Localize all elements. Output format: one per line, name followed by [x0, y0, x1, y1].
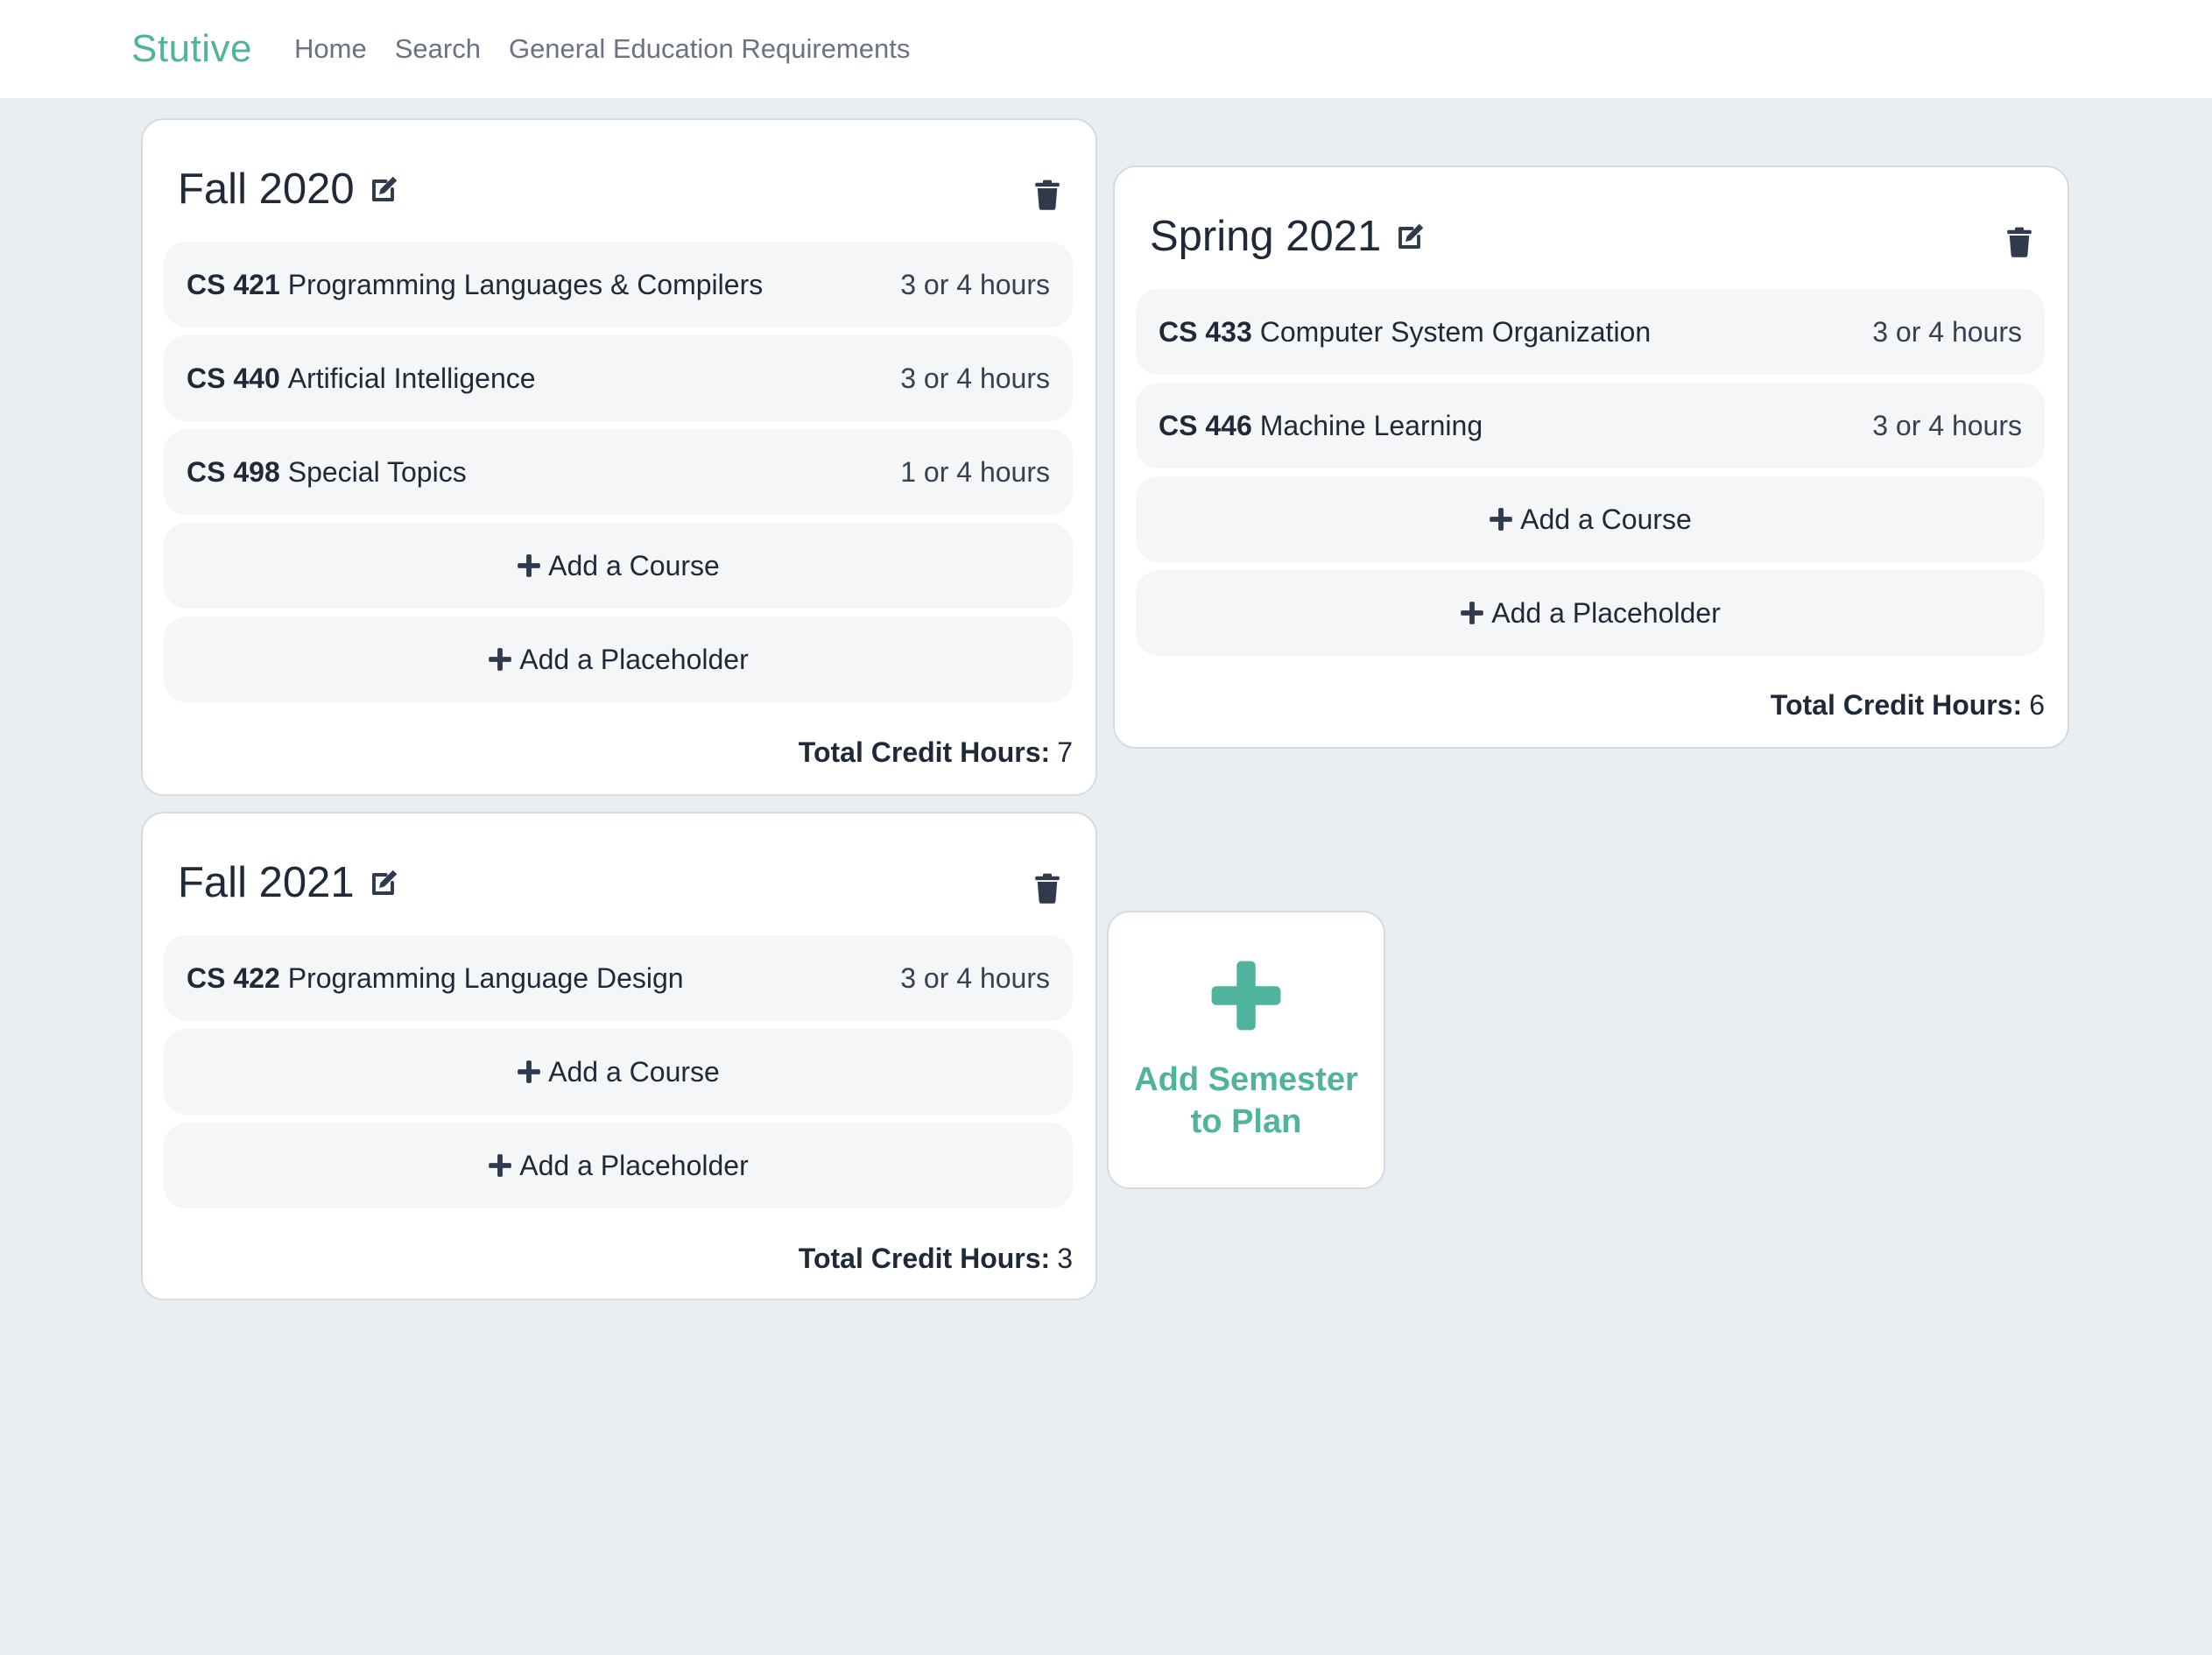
course-code: CS 440	[187, 362, 280, 394]
course-hours: 3 or 4 hours	[900, 362, 1050, 394]
semester-title: Fall 2020	[178, 166, 355, 213]
course-name: Artificial Intelligence	[287, 362, 536, 394]
course-name: Machine Learning	[1259, 409, 1483, 441]
add-course-label: Add a Course	[548, 549, 720, 581]
add-course-label: Add a Course	[548, 1055, 720, 1088]
semester-title: Spring 2021	[1150, 213, 1382, 260]
plus-icon	[488, 1153, 512, 1178]
add-placeholder-label: Add a Placeholder	[519, 1149, 749, 1181]
total-value: 3	[1057, 1243, 1073, 1274]
add-placeholder-button[interactable]: Add a Placeholder	[1136, 570, 2045, 656]
course-code: CS 433	[1159, 315, 1252, 348]
total-value: 7	[1057, 736, 1073, 768]
add-placeholder-label: Add a Placeholder	[519, 643, 749, 675]
course-row[interactable]: CS 440 Artificial Intelligence 3 or 4 hou…	[164, 335, 1073, 421]
plus-icon	[517, 1060, 541, 1084]
trash-icon[interactable]	[2006, 227, 2032, 257]
course-name: Computer System Organization	[1259, 315, 1652, 348]
course-name: Programming Languages & Compilers	[287, 268, 764, 300]
semester-header: Spring 2021	[1150, 206, 2032, 267]
nav-link-gen-ed[interactable]: General Education Requirements	[509, 33, 910, 65]
edit-icon[interactable]	[369, 867, 400, 898]
add-placeholder-label: Add a Placeholder	[1491, 596, 1721, 629]
edit-icon[interactable]	[369, 173, 400, 205]
course-row[interactable]: CS 446 Machine Learning 3 or 4 hours	[1136, 383, 2045, 468]
add-semester-button[interactable]: Add Semester to Plan	[1107, 911, 1385, 1189]
course-row[interactable]: CS 498 Special Topics 1 or 4 hours	[164, 429, 1073, 515]
total-label: Total Credit Hours:	[798, 1243, 1051, 1274]
total-label: Total Credit Hours:	[798, 736, 1051, 768]
trash-icon[interactable]	[1034, 180, 1060, 210]
total-value: 6	[2029, 689, 2045, 721]
course-hours: 3 or 4 hours	[900, 268, 1050, 300]
nav-link-home[interactable]: Home	[294, 33, 367, 65]
add-course-label: Add a Course	[1520, 503, 1692, 535]
semester-header: Fall 2021	[178, 852, 1060, 913]
semester-card-fall-2021: Fall 2021 CS 422 Programming Language Des…	[141, 812, 1097, 1300]
plus-icon	[1460, 601, 1484, 625]
course-code: CS 498	[187, 455, 280, 488]
semester-card-fall-2020: Fall 2020 CS 421 Programming Languages & …	[141, 118, 1097, 796]
course-row[interactable]: CS 422 Programming Language Design 3 or 4…	[164, 935, 1073, 1021]
course-hours: 1 or 4 hours	[900, 455, 1050, 488]
course-code: CS 421	[187, 268, 280, 300]
course-name: Programming Language Design	[287, 961, 684, 994]
add-course-button[interactable]: Add a Course	[164, 523, 1073, 609]
course-hours: 3 or 4 hours	[1872, 409, 2022, 441]
total-credit-hours: Total Credit Hours: 7	[799, 736, 1073, 769]
add-semester-label: Add Semester to Plan	[1134, 1060, 1358, 1140]
plus-icon	[1489, 507, 1513, 532]
add-placeholder-button[interactable]: Add a Placeholder	[164, 1123, 1073, 1208]
course-row[interactable]: CS 433 Computer System Organization 3 or …	[1136, 289, 2045, 375]
total-credit-hours: Total Credit Hours: 6	[1771, 689, 2045, 722]
semester-title: Fall 2021	[178, 859, 355, 906]
top-navbar: Stutive Home Search General Education Re…	[0, 0, 2212, 98]
nav-link-search[interactable]: Search	[395, 33, 481, 65]
semester-header: Fall 2020	[178, 158, 1060, 220]
total-label: Total Credit Hours:	[1770, 689, 2023, 721]
course-hours: 3 or 4 hours	[900, 961, 1050, 994]
add-course-button[interactable]: Add a Course	[164, 1029, 1073, 1115]
edit-icon[interactable]	[1395, 221, 1427, 252]
course-code: CS 422	[187, 961, 280, 994]
plus-icon	[517, 553, 541, 578]
plus-icon	[488, 647, 512, 672]
course-name: Special Topics	[287, 455, 467, 488]
course-code: CS 446	[1159, 409, 1252, 441]
plus-icon	[1208, 958, 1284, 1038]
total-credit-hours: Total Credit Hours: 3	[799, 1243, 1073, 1275]
add-course-button[interactable]: Add a Course	[1136, 476, 2045, 562]
semester-card-spring-2021: Spring 2021 CS 433 Computer System Organi…	[1113, 166, 2069, 749]
course-row[interactable]: CS 421 Programming Languages & Compilers …	[164, 242, 1073, 327]
trash-icon[interactable]	[1034, 873, 1060, 904]
add-placeholder-button[interactable]: Add a Placeholder	[164, 616, 1073, 702]
course-hours: 3 or 4 hours	[1872, 315, 2022, 348]
brand-logo[interactable]: Stutive	[131, 27, 252, 71]
